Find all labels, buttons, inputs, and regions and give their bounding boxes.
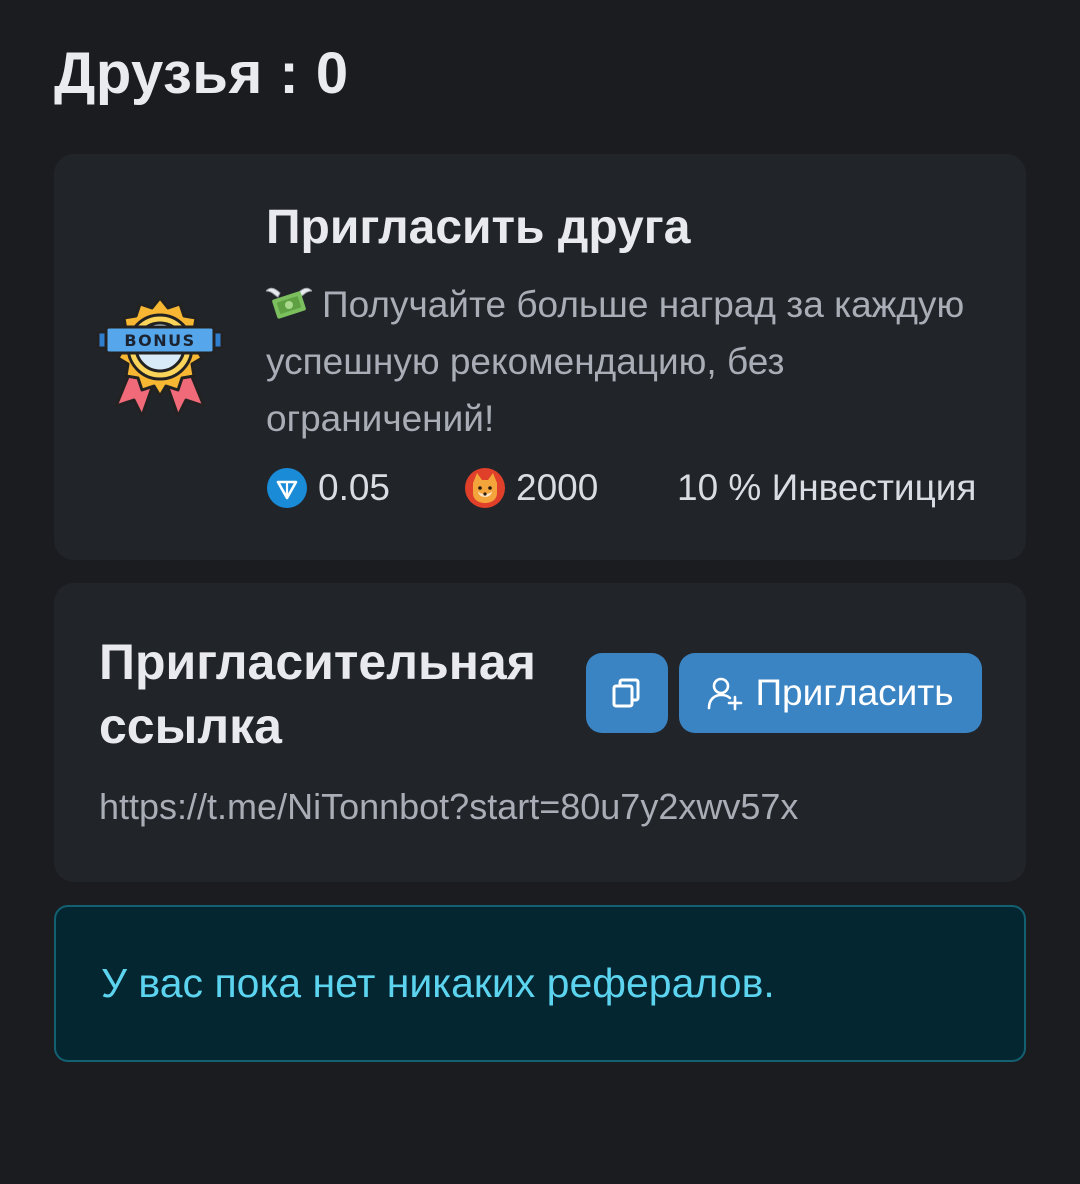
no-referrals-message: У вас пока нет никаких рефералов. [101,960,775,1006]
bonus-badge-icon: BONUS [96,296,224,418]
reward-ton: 0.05 [266,465,390,511]
shiba-coin-icon [465,468,505,508]
svg-text:BONUS: BONUS [124,331,195,350]
reward-ton-value: 0.05 [318,467,391,508]
reward-investment-value: 10 % Инвестиция [677,467,977,508]
invite-card-description: Получайте больше наград за каждую успешн… [266,284,965,439]
money-with-wings-icon [266,287,312,319]
invite-link-title: Пригласительная ссылка [99,634,536,754]
copy-icon [612,678,640,708]
invite-button-label: Пригласить [755,672,954,713]
page-title: Друзья : 0 [54,41,349,106]
invite-card-title: Пригласить друга [266,201,691,254]
user-plus-icon [708,677,743,711]
referral-link-text[interactable]: https://t.me/NiTonnbot?start=80u7y2xwv57… [99,786,798,828]
copy-link-button[interactable] [586,653,668,733]
reward-shib: 2000 [464,465,598,511]
invite-button[interactable]: Пригласить [679,653,982,733]
ton-coin-icon [267,468,307,508]
reward-investment: 10 % Инвестиция [677,465,976,511]
reward-shib-value: 2000 [516,467,599,508]
